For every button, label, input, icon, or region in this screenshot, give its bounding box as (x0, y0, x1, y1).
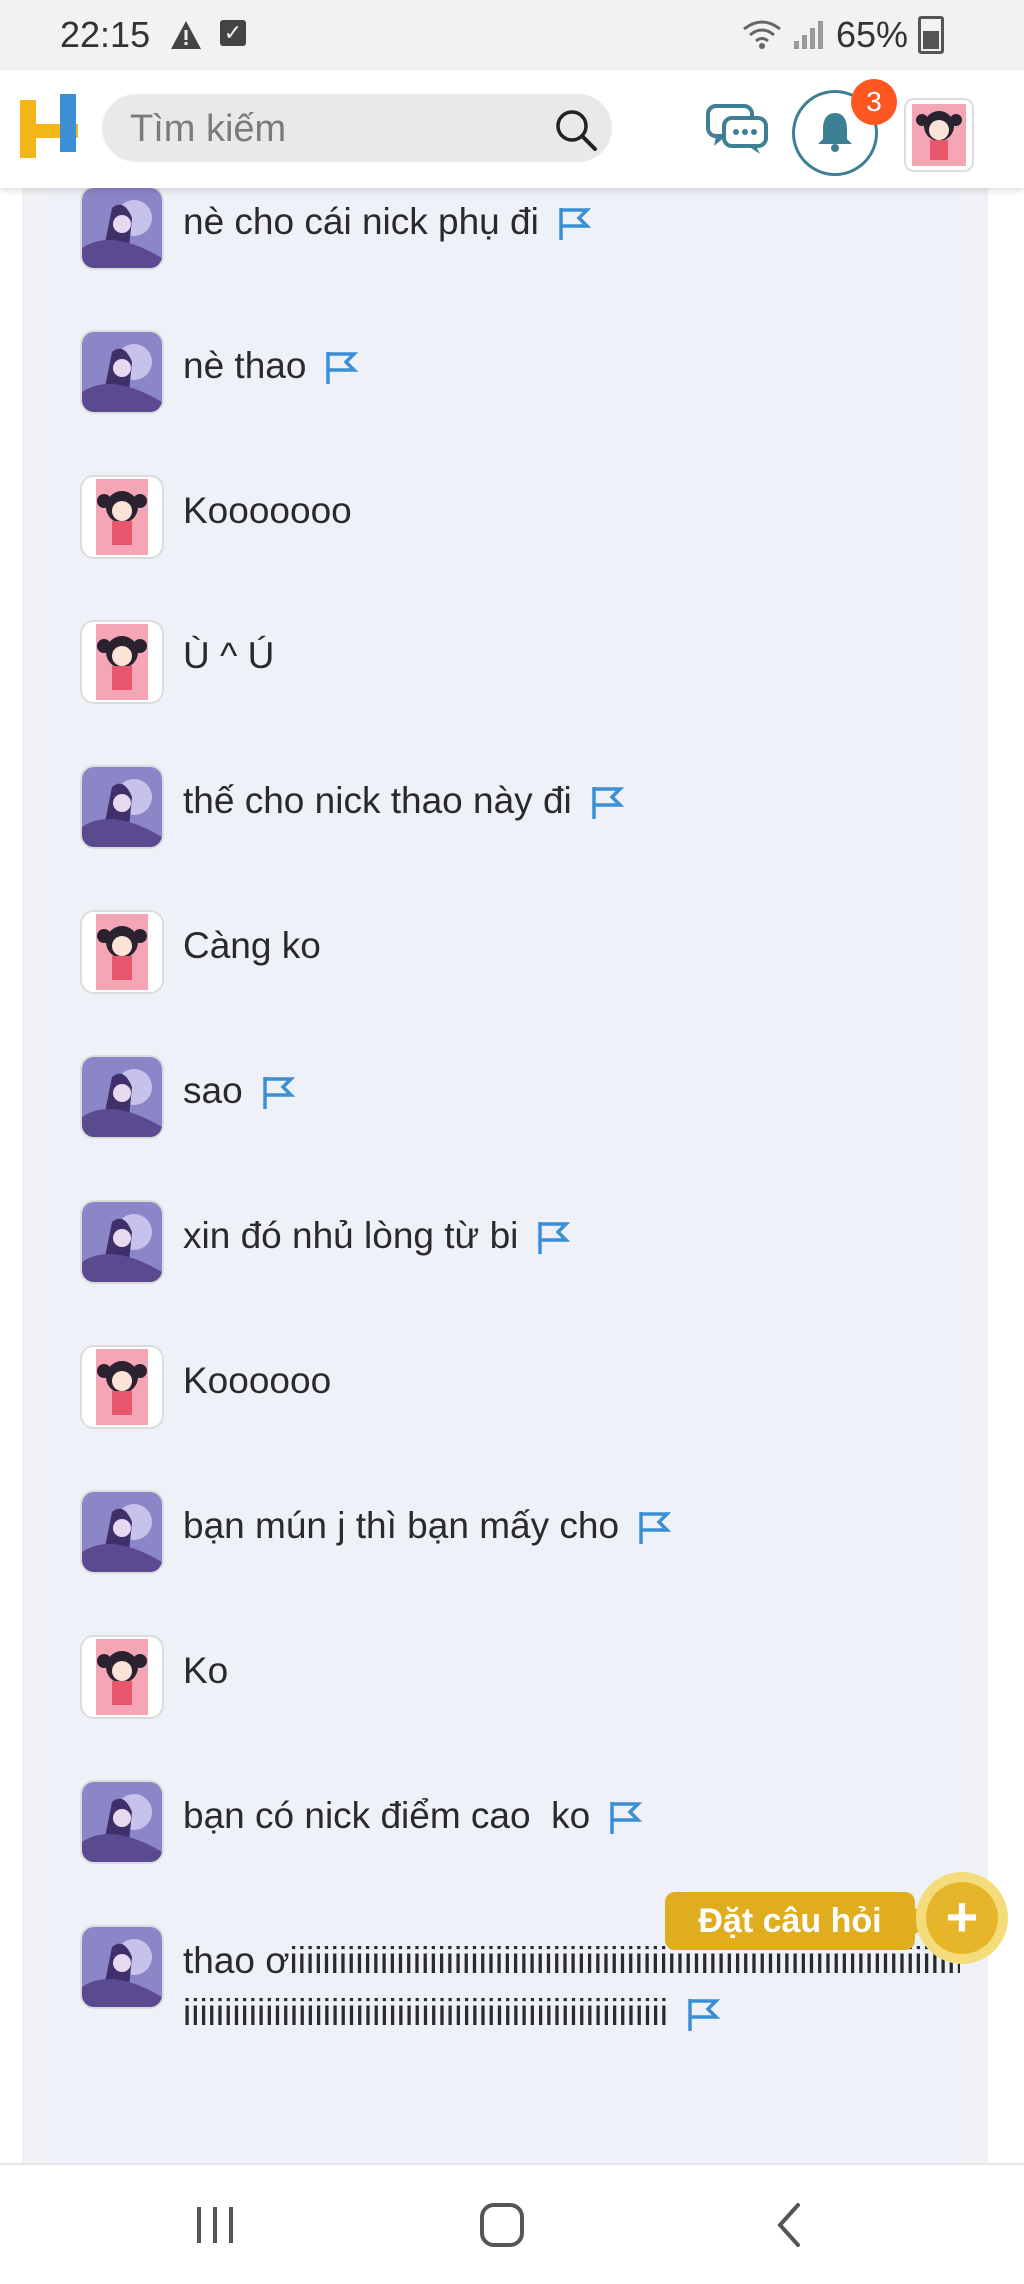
battery-percent: 65% (835, 14, 908, 55)
other-user-avatar[interactable] (80, 1925, 164, 2009)
app-logo[interactable] (18, 94, 80, 160)
other-user-avatar[interactable] (80, 330, 164, 414)
message-text: Kooooooo (183, 490, 352, 531)
ask-question-label[interactable]: Đặt câu hỏi (665, 1892, 933, 1950)
home-icon[interactable] (472, 2199, 532, 2251)
flag-icon[interactable] (637, 1510, 672, 1546)
notification-badge: 3 (851, 79, 897, 125)
right-margin (988, 188, 1024, 2163)
status-right: 65% (742, 14, 944, 56)
my-avatar[interactable] (80, 910, 164, 994)
message-text: bạn mún j thì bạn mấy cho (183, 1505, 620, 1546)
message-text: nè cho cái nick phụ đi (183, 201, 539, 242)
message-text: Càng ko (183, 925, 321, 966)
wifi-icon (743, 20, 781, 49)
message-text: xin đó nhủ lòng từ bi (183, 1215, 519, 1256)
my-avatar[interactable] (80, 1635, 164, 1719)
message-text: Ù ^ Ú (183, 635, 275, 676)
my-avatar[interactable] (80, 475, 164, 559)
flag-icon[interactable] (536, 1220, 571, 1256)
plus-icon: + (926, 1882, 998, 1954)
search-icon[interactable] (554, 108, 598, 152)
flag-icon[interactable] (557, 206, 591, 242)
other-user-avatar[interactable] (80, 765, 164, 849)
message-text: nè thao (183, 345, 307, 386)
other-user-avatar[interactable] (80, 1055, 164, 1139)
flag-icon[interactable] (590, 785, 624, 821)
bell-icon (818, 113, 852, 152)
user-avatar[interactable] (904, 98, 974, 172)
checkbox-notification-icon: ✓ (220, 20, 246, 46)
my-avatar[interactable] (80, 1345, 164, 1429)
flag-icon[interactable] (261, 1075, 295, 1111)
message-text: sao (183, 1070, 243, 1111)
left-margin (0, 188, 22, 2163)
other-user-avatar[interactable] (80, 1490, 164, 1574)
status-bar: 22:15 ✓ 65% (0, 0, 1024, 70)
chat-icon[interactable] (706, 102, 768, 156)
status-time: 22:15 (60, 14, 151, 55)
message-text: bạn có nick điểm cao ko (183, 1795, 591, 1836)
flag-icon[interactable] (324, 350, 359, 386)
system-nav-bar (0, 2163, 1024, 2284)
message-list[interactable]: nè cho cái nick phụ đi nè thao Kooooooo … (50, 188, 960, 2163)
other-user-avatar[interactable] (80, 1780, 164, 1864)
battery-icon (918, 16, 944, 54)
my-avatar[interactable] (80, 620, 164, 704)
other-user-avatar[interactable] (80, 188, 164, 270)
signal-icon (793, 21, 823, 49)
other-user-avatar[interactable] (80, 1200, 164, 1284)
message-text: Ko (183, 1650, 229, 1691)
message-text: Koooooo (183, 1360, 332, 1401)
recent-apps-icon[interactable] (185, 2199, 245, 2251)
app-header: 3 (0, 70, 1024, 188)
back-icon[interactable] (760, 2199, 820, 2251)
flag-icon[interactable] (608, 1800, 643, 1836)
message-text: thao ơiiiiiiiiiiiiiiiiiiiiiiiiiiiiiiiiii… (183, 1940, 960, 2033)
search-input[interactable] (128, 94, 532, 164)
search-bar[interactable] (102, 94, 612, 164)
warning-icon (171, 21, 201, 49)
ask-question-button[interactable]: + (916, 1872, 1008, 1964)
message-text: thế cho nick thao này đi (183, 780, 572, 821)
flag-icon[interactable] (686, 1997, 720, 2033)
